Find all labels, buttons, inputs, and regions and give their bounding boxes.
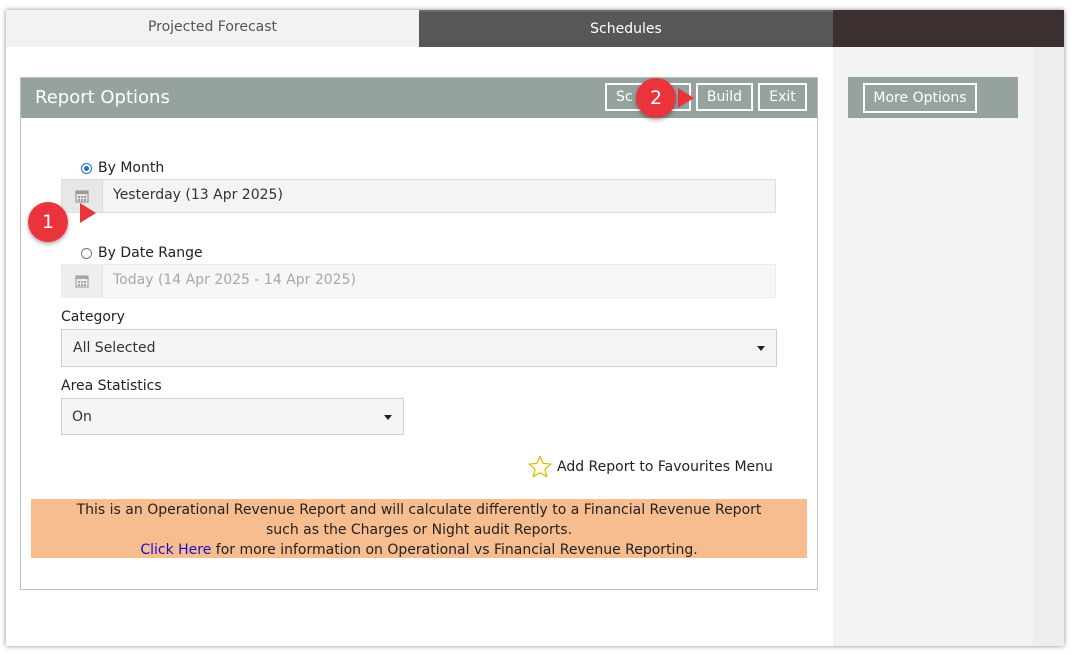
date-range-value: Today (14 Apr 2025 - 14 Apr 2025) bbox=[113, 272, 356, 288]
notice-line-1: This is an Operational Revenue Report an… bbox=[76, 502, 762, 518]
favourites-label: Add Report to Favourites Menu bbox=[557, 459, 773, 475]
category-select[interactable]: All Selected bbox=[61, 329, 777, 367]
side-edge bbox=[1033, 47, 1064, 646]
tab-bar-filler bbox=[833, 10, 1064, 47]
by-month-label: By Month bbox=[98, 160, 165, 176]
by-month-date-field[interactable]: Yesterday (13 Apr 2025) bbox=[61, 179, 776, 213]
tab-schedules[interactable]: Schedules bbox=[419, 10, 833, 47]
by-month-option[interactable]: By Month bbox=[81, 158, 164, 178]
notice-line-3-text: for more information on Operational vs F… bbox=[211, 542, 698, 558]
category-label: Category bbox=[61, 309, 125, 325]
revenue-report-notice: This is an Operational Revenue Report an… bbox=[31, 499, 807, 558]
calendar-icon bbox=[62, 265, 103, 297]
more-options-bar: More Options bbox=[848, 77, 1018, 118]
tab-projected-forecast[interactable]: Projected Forecast bbox=[6, 10, 419, 47]
area-statistics-value: On bbox=[72, 409, 92, 425]
caret-down-icon bbox=[384, 415, 392, 420]
by-month-radio[interactable] bbox=[81, 162, 92, 174]
notice-line-2: such as the Charges or Night audit Repor… bbox=[265, 522, 573, 538]
callout-1-arrow bbox=[80, 203, 96, 223]
callout-2-badge: 2 bbox=[636, 78, 676, 118]
by-date-range-option[interactable]: By Date Range bbox=[81, 243, 203, 263]
panel-title: Report Options bbox=[35, 87, 170, 108]
app-window: Projected Forecast Schedules Report Opti… bbox=[6, 10, 1064, 646]
more-options-button[interactable]: More Options bbox=[863, 83, 977, 113]
build-button[interactable]: Build bbox=[696, 83, 753, 111]
by-month-value: Yesterday (13 Apr 2025) bbox=[113, 187, 283, 203]
area-statistics-select[interactable]: On bbox=[61, 398, 404, 435]
by-date-range-radio[interactable] bbox=[81, 247, 92, 259]
category-value: All Selected bbox=[73, 340, 156, 356]
star-outline-icon[interactable] bbox=[527, 454, 553, 480]
caret-down-icon bbox=[757, 346, 765, 351]
callout-1-badge: 1 bbox=[28, 202, 68, 242]
exit-button[interactable]: Exit bbox=[758, 83, 807, 111]
panel-header: Report Options Sc Build Exit bbox=[21, 78, 817, 118]
callout-2-arrow bbox=[678, 88, 694, 108]
notice-line-3: Click Here for more information on Opera… bbox=[31, 540, 807, 560]
date-range-field: Today (14 Apr 2025 - 14 Apr 2025) bbox=[61, 264, 776, 298]
side-column bbox=[833, 47, 1033, 646]
by-date-range-label: By Date Range bbox=[98, 245, 203, 261]
tab-bar: Projected Forecast Schedules bbox=[6, 10, 1064, 47]
add-to-favourites[interactable]: Add Report to Favourites Menu bbox=[527, 453, 773, 481]
report-options-panel: Report Options Sc Build Exit By Month Ye… bbox=[20, 77, 818, 590]
click-here-link[interactable]: Click Here bbox=[140, 542, 211, 558]
area-statistics-label: Area Statistics bbox=[61, 378, 162, 394]
